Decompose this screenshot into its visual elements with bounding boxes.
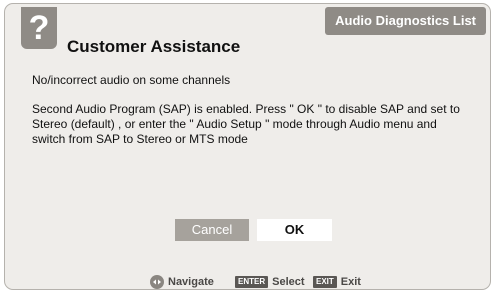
navigate-icon <box>150 275 164 289</box>
navigate-hint: Navigate <box>150 275 214 289</box>
question-icon: ? <box>21 7 57 49</box>
dialog-title: Customer Assistance <box>67 37 241 56</box>
exit-hint: EXIT Exit <box>313 275 361 289</box>
ok-button[interactable]: OK <box>257 219 332 241</box>
audio-diagnostics-list-tab[interactable]: Audio Diagnostics List <box>325 7 486 35</box>
exit-key-icon: EXIT <box>313 276 337 289</box>
issue-text: No/incorrect audio on some channels <box>32 73 231 87</box>
enter-key-icon: ENTER <box>235 276 269 289</box>
customer-assistance-dialog: ? Customer Assistance Audio Diagnostics … <box>4 3 491 290</box>
cancel-button[interactable]: Cancel <box>175 219 249 241</box>
select-label: Select <box>272 276 305 289</box>
instruction-text: Second Audio Program (SAP) is enabled. P… <box>32 102 460 146</box>
exit-label: Exit <box>340 276 361 289</box>
select-hint: ENTER Select <box>235 275 305 289</box>
navigate-label: Navigate <box>168 276 214 289</box>
